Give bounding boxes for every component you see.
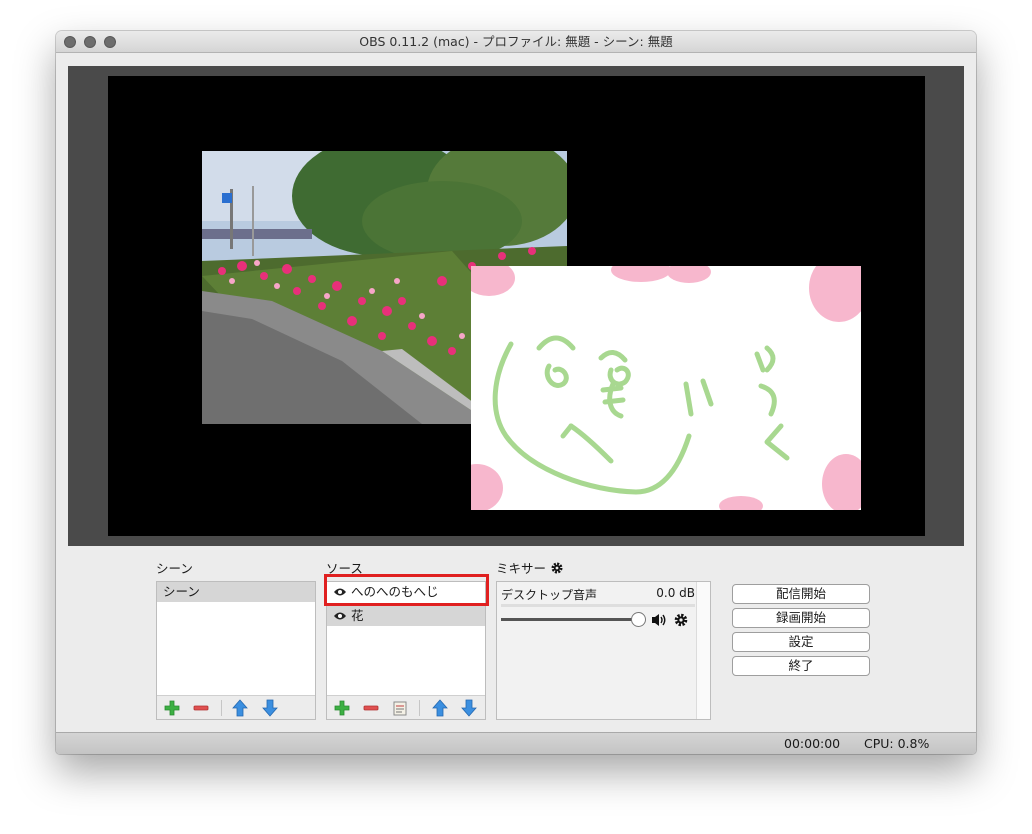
status-cpu: CPU: 0.8% xyxy=(864,736,930,751)
mixer-gear-icon[interactable] xyxy=(550,561,564,575)
source-label: へのへのもへじ xyxy=(350,584,439,599)
mixer-label-text: ミキサー xyxy=(496,561,547,576)
add-source-plus-icon[interactable] xyxy=(333,699,351,717)
volume-meter xyxy=(501,604,695,607)
speaker-icon[interactable] xyxy=(651,613,667,627)
start-streaming-button[interactable]: 配信開始 xyxy=(732,584,870,604)
preview-canvas[interactable] xyxy=(108,76,925,536)
remove-scene-minus-icon[interactable] xyxy=(192,699,210,717)
obs-window: OBS 0.11.2 (mac) - プロファイル: 無題 - シーン: 無題 xyxy=(56,31,976,754)
status-bar: 00:00:00 CPU: 0.8% xyxy=(56,732,976,754)
sources-toolbar xyxy=(327,695,485,719)
remove-source-minus-icon[interactable] xyxy=(362,699,380,717)
window-title: OBS 0.11.2 (mac) - プロファイル: 無題 - シーン: 無題 xyxy=(359,34,673,49)
henohenomoheji-drawing-source[interactable] xyxy=(471,266,861,510)
scene-move-down-arrow-down-icon[interactable] xyxy=(261,699,279,717)
minimize-window-icon[interactable] xyxy=(84,36,96,48)
scenes-list[interactable]: シーン xyxy=(156,581,316,720)
exit-button[interactable]: 終了 xyxy=(732,656,870,676)
mixer-scrollbar[interactable] xyxy=(696,582,710,719)
sources-label: ソース xyxy=(326,561,363,576)
mixer-panel: デスクトップ音声 0.0 dB xyxy=(496,581,711,720)
scene-move-up-arrow-up-icon[interactable] xyxy=(231,699,249,717)
toolbar-separator xyxy=(221,700,222,716)
volume-slider-handle[interactable] xyxy=(631,612,646,627)
zoom-window-icon[interactable] xyxy=(104,36,116,48)
source-item-henohenomoheji[interactable]: へのへのもへじ xyxy=(327,582,485,602)
mixer-label: ミキサー xyxy=(496,558,564,577)
volume-slider-track[interactable] xyxy=(501,618,641,621)
source-move-down-arrow-down-icon[interactable] xyxy=(460,699,478,717)
status-time: 00:00:00 xyxy=(784,736,841,751)
channel-settings-gear-icon[interactable] xyxy=(673,612,689,628)
scenes-toolbar xyxy=(157,695,315,719)
source-move-up-arrow-up-icon[interactable] xyxy=(431,699,449,717)
eye-icon[interactable] xyxy=(333,587,347,597)
close-window-icon[interactable] xyxy=(64,36,76,48)
start-recording-button[interactable]: 録画開始 xyxy=(732,608,870,628)
scenes-label: シーン xyxy=(156,561,193,576)
source-label: 花 xyxy=(350,608,364,623)
channel-name: デスクトップ音声 xyxy=(501,588,598,602)
title-bar: OBS 0.11.2 (mac) - プロファイル: 無題 - シーン: 無題 xyxy=(56,31,976,53)
toolbar-separator xyxy=(419,700,420,716)
sources-list[interactable]: へのへのもへじ 花 xyxy=(326,581,486,720)
source-item-flower[interactable]: 花 xyxy=(327,606,485,626)
add-scene-plus-icon[interactable] xyxy=(163,699,181,717)
eye-icon[interactable] xyxy=(333,611,347,621)
settings-button[interactable]: 設定 xyxy=(732,632,870,652)
mixer-channel: デスクトップ音声 0.0 dB xyxy=(501,586,695,636)
scene-item[interactable]: シーン xyxy=(157,582,315,602)
source-properties-icon[interactable] xyxy=(391,699,409,717)
preview-area xyxy=(68,66,964,546)
channel-level: 0.0 dB xyxy=(656,586,695,600)
